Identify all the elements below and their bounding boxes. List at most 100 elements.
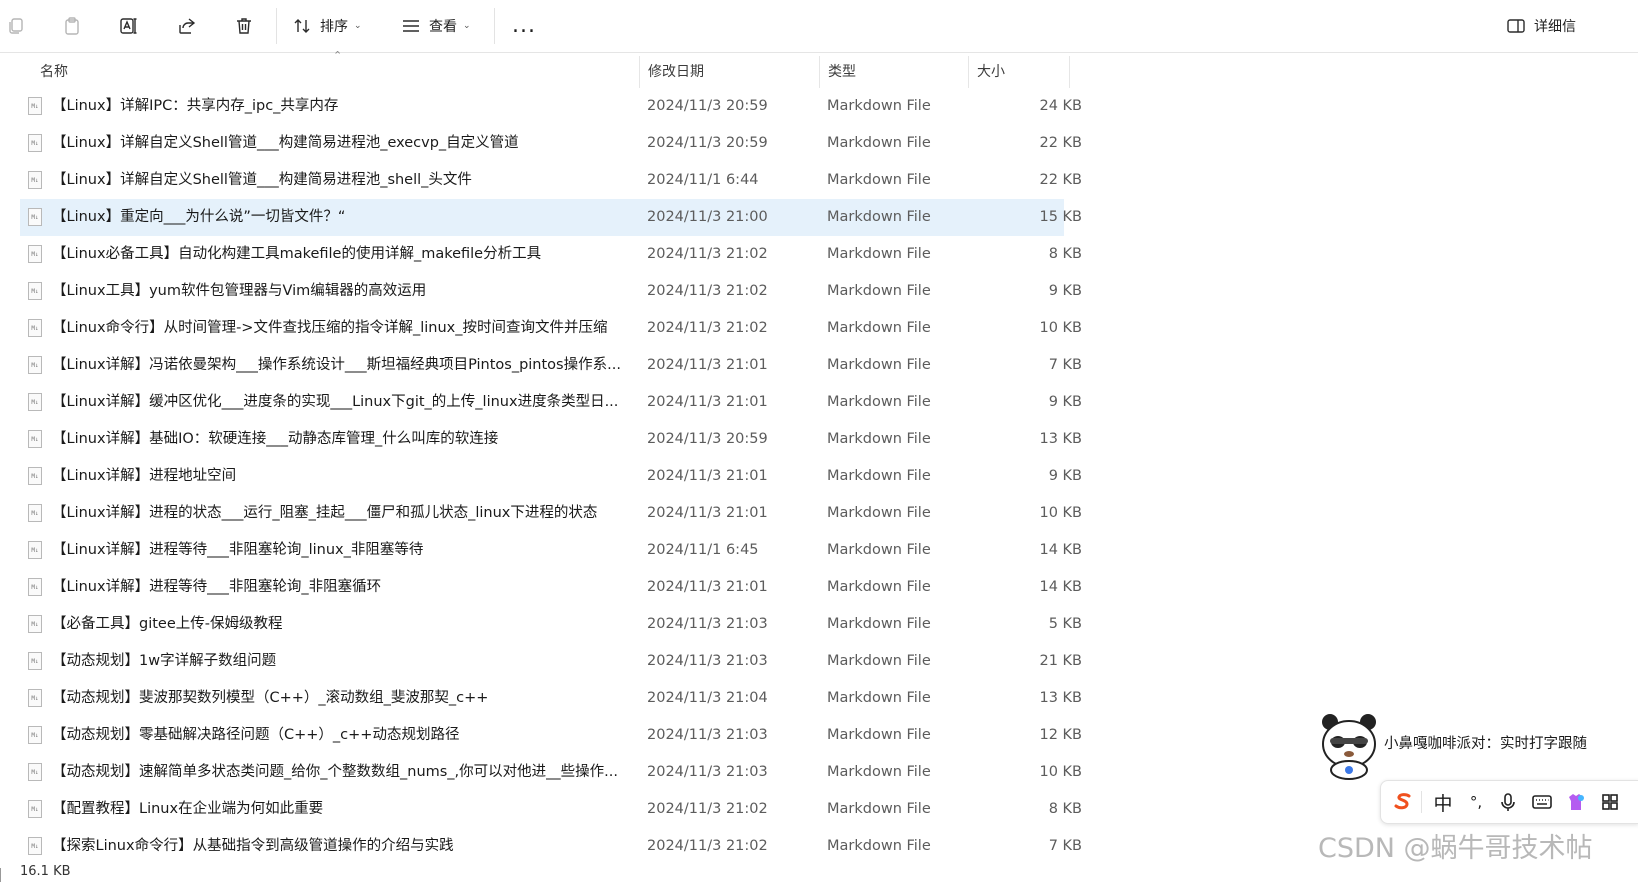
file-row[interactable]: M↓ 【Linux详解】进程地址空间 2024/11/3 21:01 Markdown… [20,458,1082,495]
copy-button[interactable] [4,10,28,42]
file-date-modified: 2024/11/3 21:03 [647,727,768,743]
paste-button[interactable] [60,10,84,42]
file-type: Markdown File [827,542,931,558]
markdown-file-icon: M↓ [28,134,42,152]
markdown-file-icon: M↓ [28,467,42,485]
markdown-file-icon: M↓ [28,208,42,226]
toolbox-grid-icon[interactable] [1597,790,1623,814]
file-name: 【必备工具】gitee上传-保姆级教程 [52,616,283,632]
microphone-icon[interactable] [1495,790,1521,814]
file-row[interactable]: M↓ 【Linux详解】缓冲区优化___进度条的实现___Linux下git_的上… [20,384,1082,421]
ime-language-toggle[interactable]: 中 [1429,790,1457,815]
file-row[interactable]: M↓ 【Linux工具】yum软件包管理器与Vim编辑器的高效运用 2024/11/… [20,273,1082,310]
toolbar: 排序 ⌄ 查看 ⌄ ... 详细信 [0,0,1638,53]
file-type: Markdown File [827,98,931,114]
file-size: 7 KB [1048,838,1082,854]
markdown-file-icon: M↓ [28,356,42,374]
rename-button[interactable] [117,10,141,42]
file-date-modified: 2024/11/3 21:01 [647,357,768,373]
chevron-down-icon: ⌄ [354,21,362,31]
file-row[interactable]: M↓ 【探索Linux命令行】从基础指令到高级管道操作的介绍与实践 2024/11/… [20,828,1082,865]
column-size[interactable]: 大小 [969,56,1070,88]
file-date-modified: 2024/11/3 21:03 [647,653,768,669]
file-row[interactable]: M↓ 【Linux必备工具】自动化构建工具makefile的使用详解_makefi… [20,236,1082,273]
file-row[interactable]: M↓ 【动态规划】速解简单多状态类问题_给你_个整数数组_nums_,你可以对他进… [20,754,1082,791]
markdown-file-icon: M↓ [28,800,42,818]
file-row[interactable]: M↓ 【动态规划】零基础解决路径问题（C++）_c++动态规划路径 2024/11/… [20,717,1082,754]
details-pane-button[interactable]: 详细信 [1506,10,1576,42]
file-date-modified: 2024/11/3 21:02 [647,283,768,299]
trash-icon [237,18,251,34]
file-size: 15 KB [1039,209,1082,225]
file-type: Markdown File [827,764,931,780]
file-name: 【Linux详解】冯诺依曼架构___操作系统设计___斯坦福经典项目Pintos… [52,357,621,373]
markdown-file-icon: M↓ [28,393,42,411]
file-row[interactable]: M↓ 【Linux】重定向___为什么说”一切皆文件？“ 2024/11/3 21:… [20,199,1082,236]
file-size: 9 KB [1048,468,1082,484]
file-date-modified: 2024/11/3 21:02 [647,246,768,262]
ime-divider [1421,791,1422,813]
column-name[interactable]: 名称 [32,56,640,88]
markdown-file-icon: M↓ [28,541,42,559]
file-row[interactable]: M↓ 【Linux详解】进程等待___非阻塞轮询_linux_非阻塞等待 2024/… [20,532,1082,569]
file-size: 12 KB [1039,727,1082,743]
file-row[interactable]: M↓ 【Linux】详解自定义Shell管道___构建简易进程池_shell_头文… [20,162,1082,199]
keyboard-icon[interactable] [1529,790,1555,814]
markdown-file-icon: M↓ [28,430,42,448]
file-name: 【Linux】详解自定义Shell管道___构建简易进程池_execvp_自定义… [52,135,519,151]
file-row[interactable]: M↓ 【Linux详解】进程的状态___运行_阻塞_挂起___僵尸和孤儿状态_li… [20,495,1082,532]
file-date-modified: 2024/11/3 21:02 [647,320,768,336]
share-button[interactable] [175,10,199,42]
file-row[interactable]: M↓ 【必备工具】gitee上传-保姆级教程 2024/11/3 21:03 Mark… [20,606,1082,643]
toolbar-divider [494,8,495,44]
view-button[interactable]: 查看 ⌄ [401,10,471,42]
file-date-modified: 2024/11/3 20:59 [647,98,768,114]
file-type: Markdown File [827,801,931,817]
file-row[interactable]: M↓ 【配置教程】Linux在企业端为何如此重要 2024/11/3 21:02 Ma… [20,791,1082,828]
delete-button[interactable] [232,10,256,42]
status-divider [0,868,1,882]
file-row[interactable]: M↓ 【Linux详解】进程等待___非阻塞轮询_非阻塞循环 2024/11/3 2… [20,569,1082,606]
column-type[interactable]: 类型 [820,56,969,88]
file-row[interactable]: M↓ 【动态规划】1w字详解子数组问题 2024/11/3 21:03 Markdow… [20,643,1082,680]
column-date-modified[interactable]: 修改日期 [640,56,820,88]
file-date-modified: 2024/11/3 21:01 [647,394,768,410]
sort-button[interactable]: 排序 ⌄ [292,10,362,42]
file-date-modified: 2024/11/3 20:59 [647,135,768,151]
file-type: Markdown File [827,838,931,854]
file-type: Markdown File [827,394,931,410]
toolbar-divider [276,8,277,44]
file-row[interactable]: M↓ 【Linux命令行】从时间管理->文件查找压缩的指令详解_linux_按时间… [20,310,1082,347]
markdown-file-icon: M↓ [28,171,42,189]
file-row[interactable]: M↓ 【Linux详解】冯诺依曼架构___操作系统设计___斯坦福经典项目Pint… [20,347,1082,384]
file-type: Markdown File [827,468,931,484]
file-date-modified: 2024/11/3 21:02 [647,838,768,854]
file-size: 24 KB [1039,98,1082,114]
file-type: Markdown File [827,209,931,225]
file-row[interactable]: M↓ 【Linux详解】基础IO：软硬连接___动静态库管理_什么叫库的软连接 20… [20,421,1082,458]
selection-size: 16.1 KB [20,864,71,879]
file-date-modified: 2024/11/1 6:45 [647,542,759,558]
file-row[interactable]: M↓ 【Linux】详解自定义Shell管道___构建简易进程池_execvp_自… [20,125,1082,162]
sogou-logo-icon[interactable] [1389,790,1417,814]
file-name: 【动态规划】1w字详解子数组问题 [52,653,277,669]
file-size: 14 KB [1039,542,1082,558]
sort-icon [294,19,310,33]
markdown-file-icon: M↓ [28,97,42,115]
file-row[interactable]: M↓ 【动态规划】斐波那契数列模型（C++）_滚动数组_斐波那契_c++ 2024/… [20,680,1082,717]
file-size: 21 KB [1039,653,1082,669]
markdown-file-icon: M↓ [28,726,42,744]
details-pane-icon [1507,19,1525,33]
file-type: Markdown File [827,616,931,632]
file-date-modified: 2024/11/1 6:44 [647,172,759,188]
file-name: 【Linux详解】进程等待___非阻塞轮询_linux_非阻塞等待 [52,542,424,558]
skin-icon[interactable] [1563,790,1589,814]
panda-mascot-icon[interactable] [1316,710,1382,780]
file-row[interactable]: M↓ 【Linux】详解IPC：共享内存_ipc_共享内存 2024/11/3 20… [20,88,1082,125]
file-type: Markdown File [827,579,931,595]
more-options-button[interactable]: ... [510,10,538,42]
file-size: 10 KB [1039,320,1082,336]
ime-punctuation-toggle[interactable]: °, [1463,790,1489,814]
ime-notice-text[interactable]: 小鼻嘎咖啡派对：实时打字跟随 [1384,732,1587,753]
sort-label: 排序 [320,19,348,35]
